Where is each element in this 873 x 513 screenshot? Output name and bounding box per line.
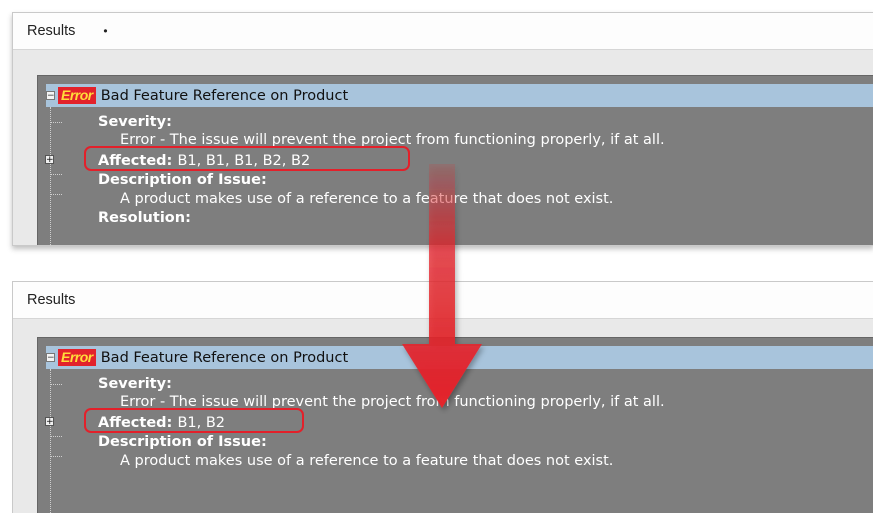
- issue-title-row[interactable]: − Error Bad Feature Reference on Product: [46, 84, 873, 107]
- tree-branch: [50, 456, 62, 457]
- collapse-icon[interactable]: −: [46, 353, 55, 363]
- down-arrow-icon: [402, 164, 482, 408]
- highlight-box: [84, 408, 304, 433]
- error-badge: Error: [58, 349, 96, 366]
- issue-title: Bad Feature Reference on Product: [100, 349, 349, 366]
- description-value: A product makes use of a reference to a …: [120, 453, 614, 469]
- tree-branch: [50, 174, 62, 175]
- tree-branch: [50, 436, 62, 437]
- issue-title: Bad Feature Reference on Product: [100, 87, 349, 104]
- results-title: Results: [27, 292, 76, 308]
- error-badge: Error: [58, 87, 96, 104]
- tree-branch: [50, 122, 62, 123]
- tree-line: [50, 107, 51, 245]
- header-dot: •: [103, 24, 108, 38]
- expand-icon[interactable]: +: [45, 155, 54, 165]
- description-value: A product makes use of a reference to a …: [120, 191, 614, 207]
- tree-branch: [50, 384, 62, 385]
- expand-icon[interactable]: +: [45, 417, 54, 427]
- severity-label: Severity:: [98, 114, 172, 130]
- tree-line: [50, 369, 51, 513]
- tree-branch: [50, 194, 62, 195]
- collapse-icon[interactable]: −: [46, 91, 55, 101]
- results-header: Results •: [13, 13, 873, 50]
- results-title: Results: [27, 23, 76, 39]
- highlight-box: [84, 146, 410, 171]
